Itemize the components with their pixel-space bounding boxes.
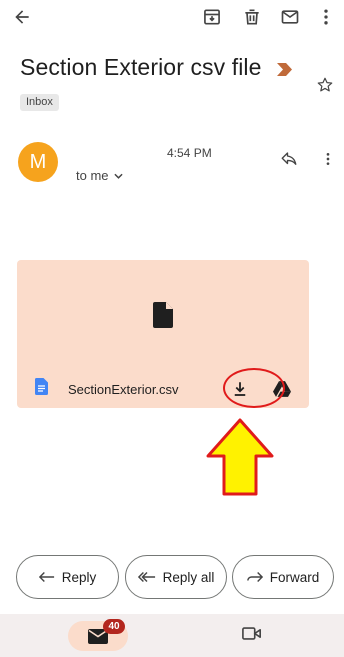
reply-arrow-icon: [38, 572, 54, 582]
reply-icon[interactable]: [280, 150, 298, 173]
chevron-down-icon: [113, 173, 123, 179]
more-vertical-icon[interactable]: [314, 5, 338, 29]
up-arrow-annotation: [206, 418, 274, 501]
importance-marker-icon[interactable]: [277, 63, 295, 81]
email-subject: Section Exterior csv file: [20, 54, 262, 80]
recipient-details[interactable]: to me: [76, 168, 123, 183]
trash-icon[interactable]: [240, 5, 264, 29]
archive-icon[interactable]: [200, 5, 224, 29]
reply-all-icon: [137, 571, 155, 583]
forward-button[interactable]: Forward: [232, 555, 334, 599]
recipient-label: to me: [76, 168, 109, 183]
inbox-label[interactable]: Inbox: [20, 94, 59, 111]
message-more-icon[interactable]: [320, 150, 336, 173]
file-preview-icon: [153, 302, 173, 333]
reply-all-button-label: Reply all: [162, 569, 215, 585]
bottom-navigation: 40: [0, 614, 344, 657]
top-toolbar: [0, 0, 344, 34]
star-icon[interactable]: [316, 76, 334, 99]
csv-file-icon: [35, 378, 48, 395]
forward-arrow-icon: [246, 572, 263, 582]
email-time: 4:54 PM: [167, 146, 212, 160]
attachment-card[interactable]: SectionExterior.csv: [17, 260, 309, 408]
back-arrow-icon[interactable]: [10, 5, 34, 29]
mark-unread-icon[interactable]: [278, 5, 302, 29]
avatar[interactable]: M: [18, 142, 58, 182]
forward-button-label: Forward: [269, 569, 320, 585]
reply-button[interactable]: Reply: [16, 555, 119, 599]
attachment-file-name: SectionExterior.csv: [68, 382, 179, 397]
reply-button-label: Reply: [61, 569, 97, 585]
download-highlight-circle: [223, 368, 285, 408]
unread-count-badge: 40: [103, 619, 125, 634]
nav-meet-video-icon[interactable]: [242, 626, 262, 646]
reply-all-button[interactable]: Reply all: [125, 555, 227, 599]
